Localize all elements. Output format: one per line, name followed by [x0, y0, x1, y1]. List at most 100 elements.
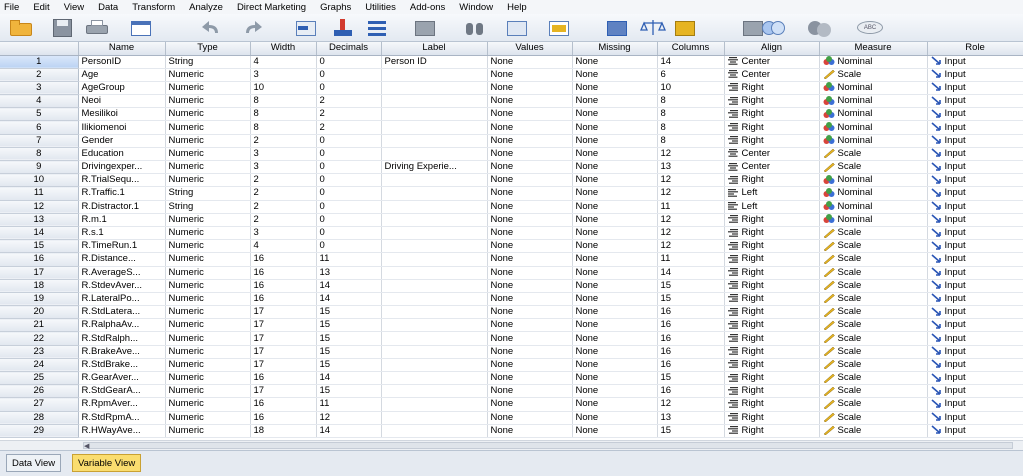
type-cell[interactable]: Numeric [165, 94, 251, 109]
table-row[interactable]: 28 R.StdRpmA... Numeric 16 12 None None 13 Right… [0, 411, 1023, 425]
table-row[interactable]: 10 R.TrialSequ... Numeric 2 0 None None 12 Right… [0, 173, 1023, 188]
decimals-cell[interactable]: 2 [316, 120, 382, 135]
missing-cell[interactable]: None [572, 213, 658, 227]
undo-icon[interactable] [198, 18, 224, 38]
align-cell[interactable]: Right [724, 107, 820, 122]
values-cell[interactable]: None [487, 318, 573, 333]
measure-cell[interactable]: Nominal [819, 107, 928, 122]
name-cell[interactable]: R.RpmAver... [78, 397, 166, 412]
role-cell[interactable]: Input [927, 200, 1023, 214]
width-cell[interactable]: 17 [250, 345, 317, 359]
values-cell[interactable]: None [487, 384, 573, 399]
align-cell[interactable]: Right [724, 384, 820, 399]
align-cell[interactable]: Right [724, 318, 820, 333]
type-cell[interactable]: Numeric [165, 371, 251, 386]
type-cell[interactable]: Numeric [165, 226, 251, 241]
menu-graphs[interactable]: Graphs [313, 2, 358, 13]
decimals-cell[interactable]: 14 [316, 371, 382, 386]
missing-cell[interactable]: None [572, 173, 658, 188]
tab-data-view[interactable]: Data View [6, 454, 62, 472]
label-cell[interactable] [381, 252, 488, 267]
row-number[interactable]: 23 [0, 345, 79, 359]
menu-edit[interactable]: Edit [26, 2, 56, 13]
name-cell[interactable]: R.RalphaAv... [78, 318, 166, 333]
align-cell[interactable]: Right [724, 266, 820, 280]
table-row[interactable]: 12 R.Distractor.1 String 2 0 None None 11 Left No… [0, 200, 1023, 214]
missing-cell[interactable]: None [572, 318, 658, 333]
name-cell[interactable]: R.LateralPo... [78, 292, 166, 307]
row-number[interactable]: 22 [0, 331, 79, 346]
width-cell[interactable]: 16 [250, 371, 317, 386]
missing-cell[interactable]: None [572, 384, 658, 399]
decimals-cell[interactable]: 13 [316, 266, 382, 280]
column-header-missing[interactable]: Missing [572, 42, 658, 56]
values-cell[interactable]: None [487, 226, 573, 241]
role-cell[interactable]: Input [927, 239, 1023, 254]
name-cell[interactable]: R.StdLatera... [78, 305, 166, 320]
role-cell[interactable]: Input [927, 358, 1023, 373]
align-cell[interactable]: Right [724, 94, 820, 109]
row-number[interactable]: 17 [0, 266, 79, 280]
row-number[interactable]: 9 [0, 160, 79, 175]
decimals-cell[interactable]: 11 [316, 252, 382, 267]
table-row[interactable]: 29 R.HWayAve... Numeric 18 14 None None 15 Right… [0, 424, 1023, 438]
label-cell[interactable] [381, 384, 488, 399]
width-cell[interactable]: 16 [250, 266, 317, 280]
row-number[interactable]: 28 [0, 411, 79, 425]
width-cell[interactable]: 2 [250, 186, 317, 201]
role-cell[interactable]: Input [927, 292, 1023, 307]
missing-cell[interactable]: None [572, 226, 658, 241]
missing-cell[interactable]: None [572, 160, 658, 175]
measure-cell[interactable]: Scale [819, 292, 928, 307]
type-cell[interactable]: Numeric [165, 266, 251, 280]
name-cell[interactable]: R.StdBrake... [78, 358, 166, 373]
label-cell[interactable] [381, 292, 488, 307]
column-header-type[interactable]: Type [165, 42, 251, 56]
row-number[interactable]: 6 [0, 120, 79, 135]
align-cell[interactable]: Right [724, 358, 820, 373]
split-file-icon[interactable] [604, 18, 630, 38]
missing-cell[interactable]: None [572, 120, 658, 135]
type-cell[interactable]: Numeric [165, 173, 251, 188]
width-cell[interactable]: 3 [250, 160, 317, 175]
menu-window[interactable]: Window [452, 2, 500, 13]
values-cell[interactable]: None [487, 68, 573, 82]
missing-cell[interactable]: None [572, 107, 658, 122]
label-cell[interactable] [381, 173, 488, 188]
role-cell[interactable]: Input [927, 160, 1023, 175]
measure-cell[interactable]: Scale [819, 305, 928, 320]
name-cell[interactable]: R.TimeRun.1 [78, 239, 166, 254]
table-row[interactable]: 23 R.BrakeAve... Numeric 17 15 None None 16 Righ… [0, 345, 1023, 359]
width-cell[interactable]: 18 [250, 424, 317, 438]
width-cell[interactable]: 3 [250, 68, 317, 82]
column-header-role[interactable]: Role [927, 42, 1023, 56]
values-cell[interactable]: None [487, 397, 573, 412]
label-cell[interactable] [381, 397, 488, 412]
width-cell[interactable]: 2 [250, 213, 317, 227]
decimals-cell[interactable]: 15 [316, 345, 382, 359]
measure-cell[interactable]: Scale [819, 384, 928, 399]
role-cell[interactable]: Input [927, 173, 1023, 188]
role-cell[interactable]: Input [927, 107, 1023, 122]
label-cell[interactable] [381, 371, 488, 386]
columns-cell[interactable]: 12 [657, 213, 725, 227]
missing-cell[interactable]: None [572, 68, 658, 82]
decimals-cell[interactable]: 15 [316, 358, 382, 373]
align-cell[interactable]: Right [724, 239, 820, 254]
label-cell[interactable] [381, 424, 488, 438]
values-cell[interactable]: None [487, 186, 573, 201]
role-cell[interactable]: Input [927, 186, 1023, 201]
table-row[interactable]: 13 R.m.1 Numeric 2 0 None None 12 Right Nominal In… [0, 213, 1023, 227]
decimals-cell[interactable]: 15 [316, 331, 382, 346]
role-cell[interactable]: Input [927, 384, 1023, 399]
measure-cell[interactable]: Nominal [819, 173, 928, 188]
missing-cell[interactable]: None [572, 292, 658, 307]
measure-cell[interactable]: Nominal [819, 200, 928, 214]
measure-cell[interactable]: Scale [819, 160, 928, 175]
menu-transform[interactable]: Transform [125, 2, 182, 13]
row-number[interactable]: 10 [0, 173, 79, 188]
decimals-cell[interactable]: 0 [316, 147, 382, 162]
measure-cell[interactable]: Scale [819, 226, 928, 241]
column-header-label[interactable]: Label [381, 42, 488, 56]
width-cell[interactable]: 16 [250, 279, 317, 293]
